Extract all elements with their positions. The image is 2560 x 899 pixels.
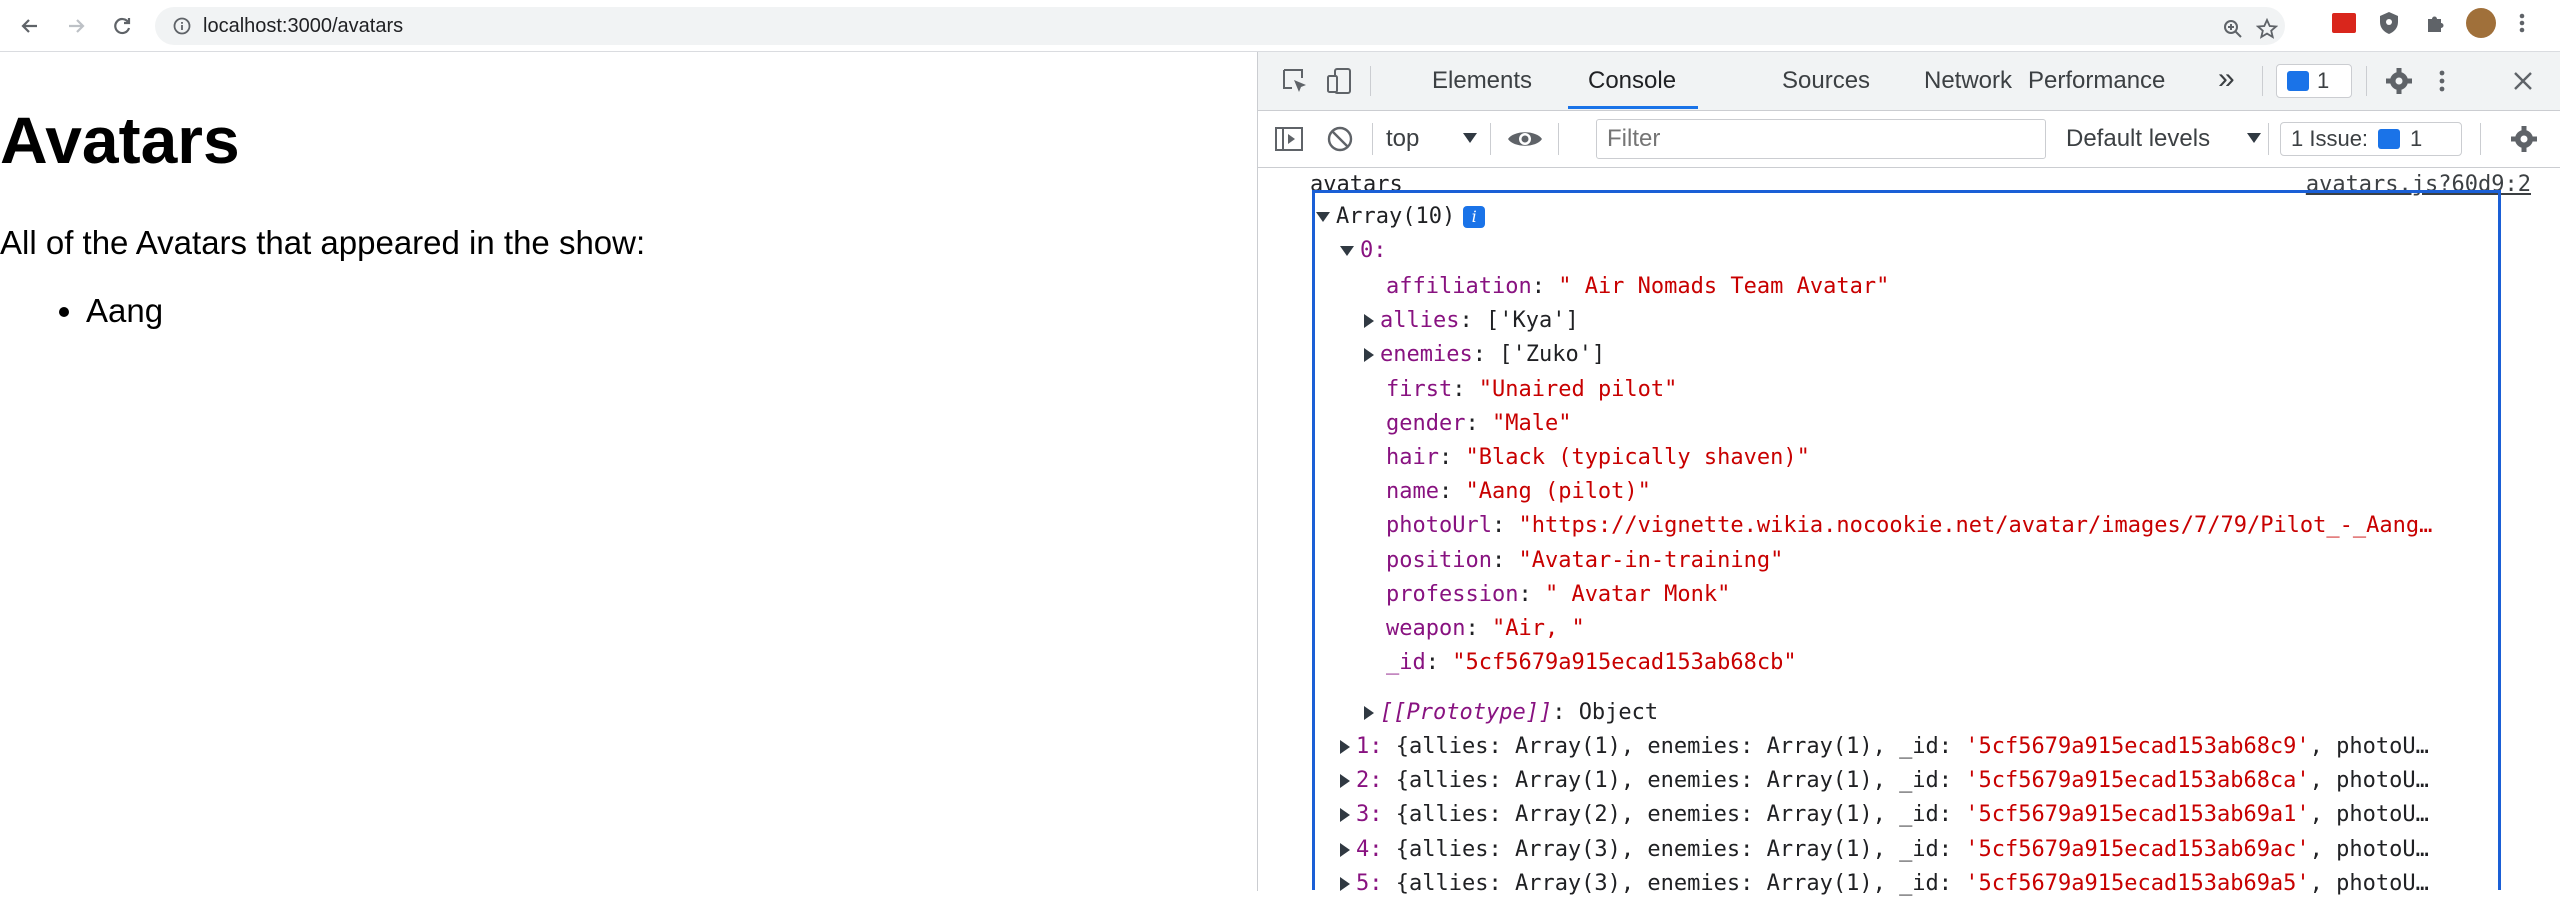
- object-field: hair: "Black (typically shaven)": [1386, 445, 1810, 470]
- object-field: gender: "Male": [1386, 410, 1572, 436]
- log-levels-select[interactable]: Default levels: [2066, 125, 2210, 153]
- eye-icon[interactable]: [1504, 123, 1546, 155]
- url-text[interactable]: localhost:3000/avatars: [203, 15, 403, 38]
- context-dropdown-icon[interactable]: [1463, 129, 1483, 147]
- inspect-element-icon[interactable]: [1278, 64, 1312, 98]
- expand-field-icon[interactable]: [1364, 348, 1374, 363]
- devtools-panel: Elements Console Sources Network Perform…: [1257, 52, 2560, 896]
- array-item-collapsed[interactable]: 2: {allies: Array(1), enemies: Array(1),…: [1340, 766, 2429, 796]
- message-icon: [2287, 71, 2309, 91]
- array-item-collapsed[interactable]: 3: {allies: Array(2), enemies: Array(1),…: [1340, 800, 2429, 830]
- object-field: weapon: "Air, ": [1386, 616, 1585, 641]
- sidebar-toggle-icon[interactable]: [1272, 123, 1306, 155]
- avatar-list: Aang: [0, 292, 163, 330]
- tab-console[interactable]: Console: [1588, 67, 1676, 95]
- object-field: first: "Unaired pilot": [1386, 376, 1678, 402]
- message-icon: [2378, 129, 2401, 149]
- array-item-0[interactable]: 0:: [1340, 236, 1387, 266]
- info-icon[interactable]: i: [1463, 206, 1486, 228]
- list-item: Aang: [86, 292, 163, 330]
- array-item-collapsed[interactable]: 4: {allies: Array(3), enemies: Array(1),…: [1340, 835, 2429, 865]
- issues-badge-top[interactable]: 1: [2276, 64, 2352, 98]
- expand-prototype-icon[interactable]: [1364, 706, 1374, 720]
- page-content: Avatars All of the Avatars that appeared…: [0, 52, 1257, 891]
- tab-network[interactable]: Network: [1924, 67, 2012, 95]
- close-icon[interactable]: [2508, 66, 2538, 96]
- zoom-icon[interactable]: [2221, 17, 2245, 41]
- expand-item-icon[interactable]: [1340, 842, 1350, 857]
- expand-item-icon[interactable]: [1340, 740, 1350, 754]
- puzzle-icon[interactable]: [2424, 11, 2448, 35]
- object-field: name: "Aang (pilot)": [1386, 479, 1651, 505]
- array-item-collapsed[interactable]: 1: {allies: Array(1), enemies: Array(1),…: [1340, 732, 2429, 762]
- object-field: position: "Avatar-in-training": [1386, 547, 1784, 573]
- expand-field-icon[interactable]: [1364, 314, 1374, 329]
- page-intro: All of the Avatars that appeared in the …: [0, 224, 646, 261]
- menu-dots-icon[interactable]: [2518, 11, 2542, 35]
- expand-item-icon[interactable]: [1340, 876, 1350, 891]
- shield-extension-icon[interactable]: [2378, 11, 2402, 35]
- object-field[interactable]: enemies: ['Zuko']: [1364, 340, 1605, 370]
- extension-red-icon[interactable]: [2332, 11, 2356, 35]
- expand-item-icon[interactable]: [1340, 246, 1354, 256]
- forward-icon[interactable]: [60, 10, 92, 42]
- profile-avatar[interactable]: [2466, 8, 2496, 38]
- devtools-tabbar: Elements Console Sources Network Perform…: [1258, 52, 2560, 111]
- console-toolbar: top Default levels 1 Issue: 1: [1258, 111, 2560, 168]
- settings-gear-icon[interactable]: [2382, 64, 2416, 98]
- browser-toolbar: localhost:3000/avatars: [0, 0, 2560, 52]
- address-bar[interactable]: localhost:3000/avatars: [155, 7, 2285, 45]
- tab-elements[interactable]: Elements: [1432, 67, 1532, 95]
- bookmark-star-icon[interactable]: [2255, 17, 2279, 41]
- console-output: avatars avatars.js?60d9:2 Array(10) i 0: …: [1258, 168, 2560, 896]
- object-field: affiliation: " Air Nomads Team Avatar": [1386, 274, 1890, 299]
- levels-dropdown-icon[interactable]: [2247, 129, 2267, 147]
- expand-item-icon[interactable]: [1340, 774, 1350, 789]
- site-info-icon[interactable]: [173, 17, 191, 35]
- active-tab-indicator: [1568, 106, 1698, 109]
- expand-item-icon[interactable]: [1340, 808, 1350, 823]
- more-options-icon[interactable]: [2430, 64, 2454, 98]
- issues-counter[interactable]: 1 Issue: 1: [2280, 122, 2462, 156]
- expand-array-icon[interactable]: [1316, 212, 1330, 222]
- back-icon[interactable]: [14, 10, 46, 42]
- prototype-row[interactable]: [[Prototype]]: Object: [1364, 698, 1658, 728]
- reload-icon[interactable]: [106, 10, 138, 42]
- console-settings-icon[interactable]: [2508, 123, 2540, 155]
- device-toolbar-icon[interactable]: [1322, 64, 1356, 98]
- more-tabs-button[interactable]: »: [2218, 62, 2235, 96]
- page-title: Avatars: [0, 103, 240, 177]
- object-field: profession: " Avatar Monk": [1386, 581, 1731, 607]
- clear-console-icon[interactable]: [1324, 123, 1356, 155]
- tab-sources[interactable]: Sources: [1782, 67, 1870, 95]
- console-filter-input[interactable]: [1596, 119, 2046, 159]
- object-field[interactable]: allies: ['Kya']: [1364, 306, 1579, 336]
- object-field: _id: "5cf5679a915ecad153ab68cb": [1386, 650, 1797, 676]
- tab-performance[interactable]: Performance: [2028, 67, 2165, 95]
- object-field: photoUrl: "https://vignette.wikia.nocook…: [1386, 513, 2433, 539]
- context-select[interactable]: top: [1386, 125, 1419, 153]
- array-header[interactable]: Array(10) i: [1316, 202, 1486, 232]
- array-item-collapsed[interactable]: 5: {allies: Array(3), enemies: Array(1),…: [1340, 869, 2429, 899]
